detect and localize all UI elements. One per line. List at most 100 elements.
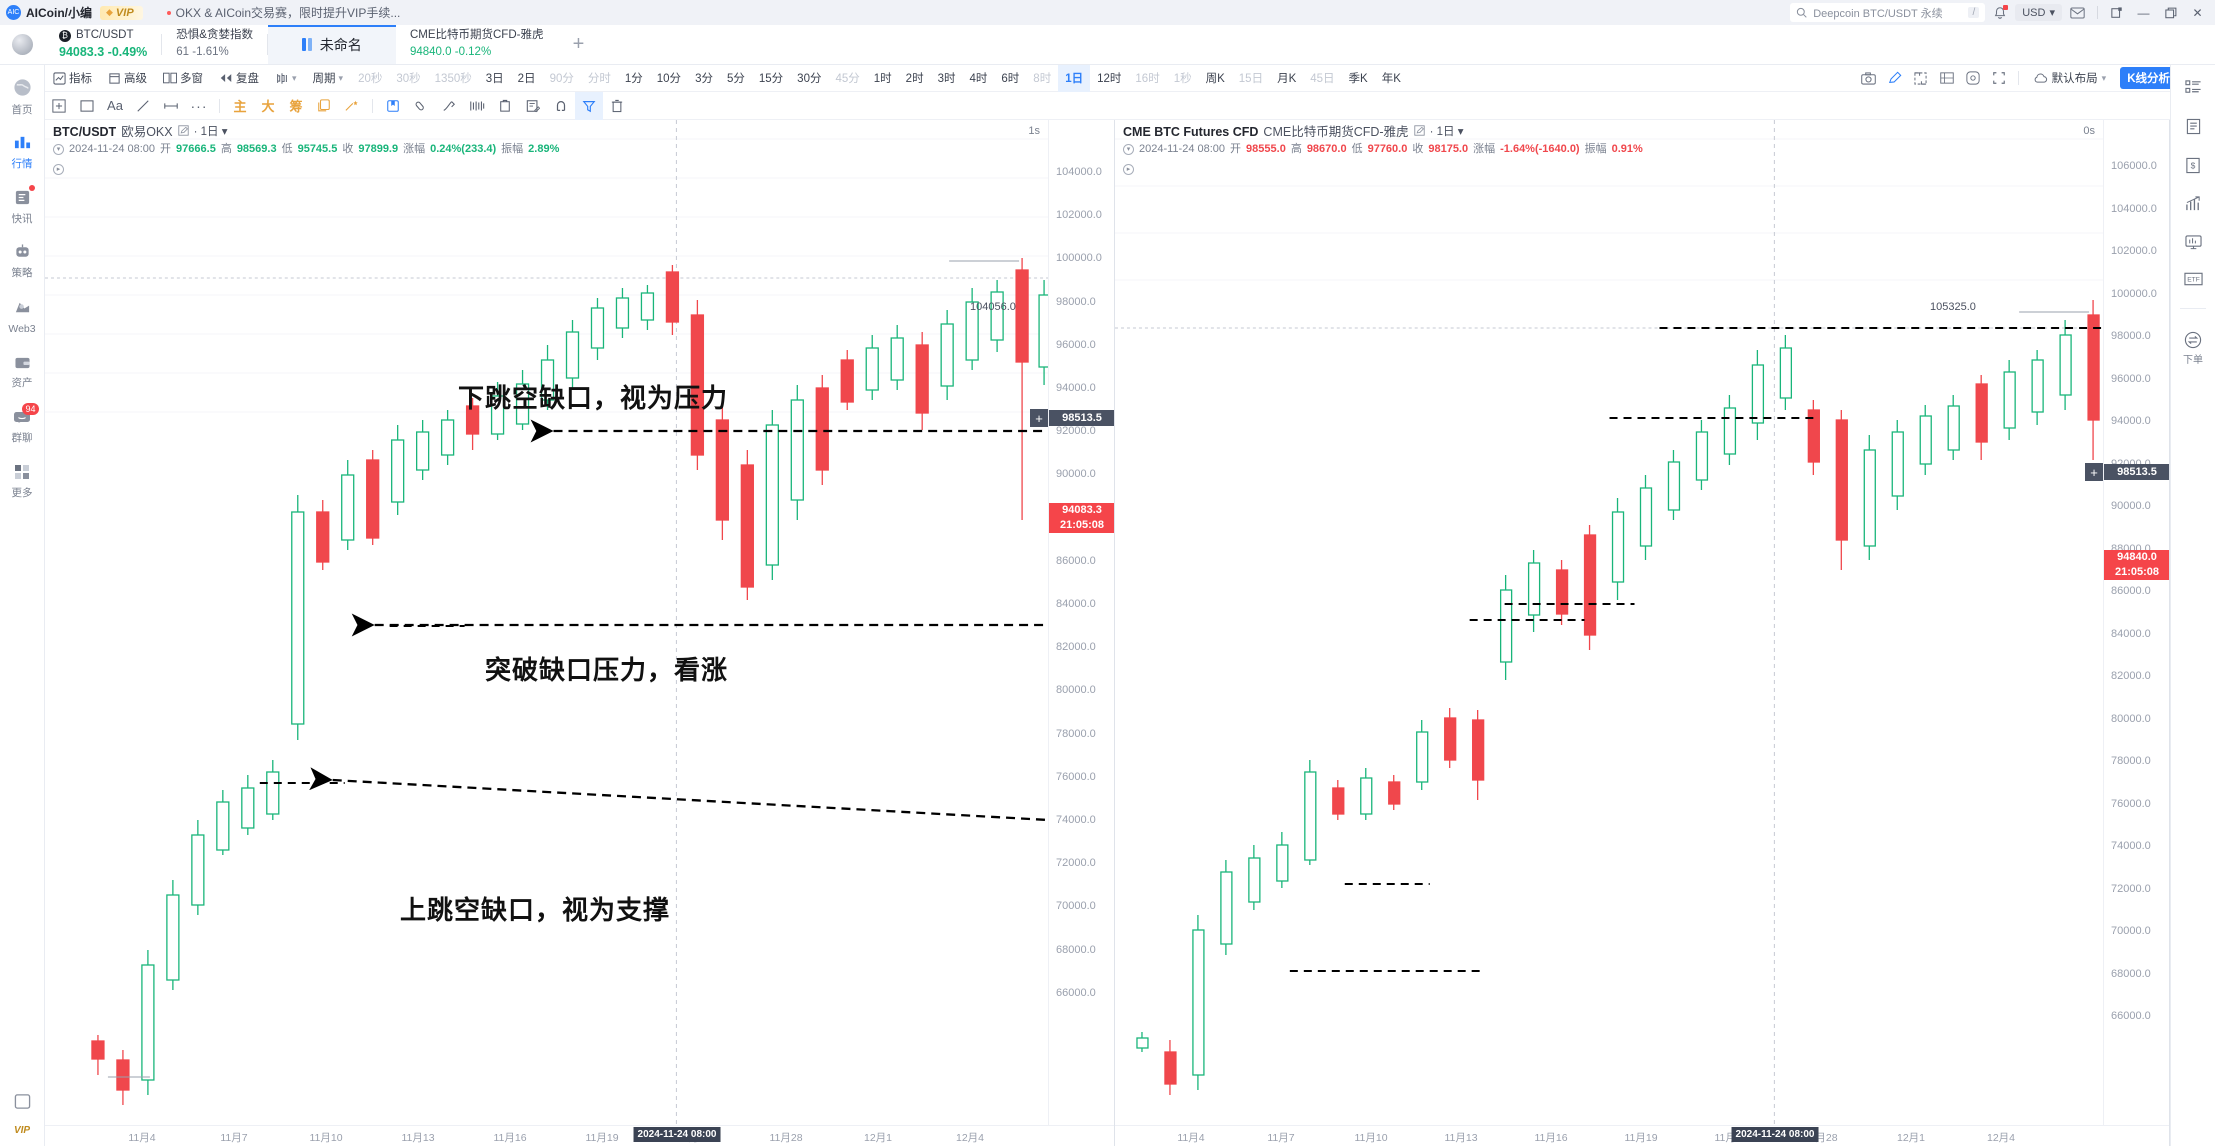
timeframe-周K[interactable]: 周K [1199,65,1232,92]
bell-icon[interactable] [1985,0,2015,25]
timeframe-90分[interactable]: 90分 [543,65,581,92]
popout-icon[interactable] [2103,0,2130,25]
right-chart-expand[interactable]: ▸ [1123,158,1643,176]
timeframe-12时[interactable]: 12时 [1090,65,1128,92]
timeframe-3日[interactable]: 3日 [479,65,511,92]
timeframe-年K[interactable]: 年K [1375,65,1408,92]
timeframe-15日[interactable]: 15日 [1232,65,1270,92]
kline-analysis-button[interactable]: K线分析 [2120,67,2177,89]
timeframe-16时[interactable]: 16时 [1128,65,1166,92]
workspace-globe-icon[interactable] [0,25,45,64]
toolbar-advanced-button[interactable]: 高级 [100,65,155,92]
tab-btcusdt[interactable]: ₿ BTC/USDT 94083.3 -0.49% [45,25,161,64]
vip-badge[interactable]: ◆ VIP [100,5,143,20]
username-label[interactable]: AICoin/小编 [26,4,92,21]
timeframe-月K[interactable]: 月K [1270,65,1303,92]
timeframe-15分[interactable]: 15分 [752,65,790,92]
ruler-icon[interactable] [463,92,491,120]
timeframe-30分[interactable]: 30分 [790,65,828,92]
trend-star-icon[interactable] [338,92,366,120]
monitor-chart-icon[interactable] [2176,234,2210,250]
edit-icon[interactable] [177,124,189,140]
timeframe-2日[interactable]: 2日 [511,65,543,92]
minimize-icon[interactable]: — [2130,0,2157,25]
left-crosshair-handle[interactable]: + [1030,409,1048,427]
order-icon[interactable]: 下单 [2176,331,2210,366]
sidebar-item-chat[interactable]: 94 群聊 [0,403,45,450]
right-price-axis[interactable]: 106000.0 104000.0 102000.0 100000.0 98000.0 9… [2103,120,2169,1146]
toolbar-period-button[interactable]: 周期 ▾ [305,65,352,92]
right-chart-period[interactable]: · 1日 ▾ [1430,124,1464,140]
sidebar-item-markets[interactable]: 行情 [0,128,45,175]
left-chart-title[interactable]: BTC/USDT 欧易OKX · 1日 ▾ [53,124,559,140]
tab-cme-cfd[interactable]: CME比特币期货CFD-雅虎 94840.0 -0.12% [396,25,558,64]
trend-up-icon[interactable] [2176,196,2210,212]
toolbar-candletype-button[interactable]: ▾ [267,65,305,92]
trash-icon[interactable] [603,92,631,120]
pencil-icon[interactable] [1882,65,1908,92]
pen-icon[interactable] [435,92,463,120]
edit-icon[interactable] [1413,124,1425,140]
camera-icon[interactable] [1856,65,1882,92]
close-icon[interactable]: ✕ [2184,0,2211,25]
layout-selector[interactable]: 默认布局 ▾ [2025,70,2115,86]
timeframe-4时[interactable]: 4时 [962,65,994,92]
timeframe-1日[interactable]: 1日 [1058,64,1091,92]
toolbar-replay-button[interactable]: 复盘 [211,65,267,92]
sidebar-item-news[interactable]: 快讯 [0,183,45,230]
search-input[interactable]: Deepcoin BTC/USDT 永续 / [1790,3,1986,22]
timeframe-1时[interactable]: 1时 [867,65,899,92]
sidebar-item-more[interactable]: 更多 [0,458,45,505]
add-tab-button[interactable]: + [557,25,599,64]
tab-fear-greed[interactable]: 恐惧&贪婪指数 61 -1.61% [162,25,267,64]
timeframe-季K[interactable]: 季K [1342,65,1375,92]
crosshair-add-icon[interactable] [45,92,73,120]
timeframe-1秒[interactable]: 1秒 [1167,65,1199,92]
timeframe-2时[interactable]: 2时 [899,65,931,92]
timeframe-20秒[interactable]: 20秒 [351,65,389,92]
table-icon[interactable] [1934,65,1960,92]
sidebar-item-home[interactable]: 首页 [0,73,45,120]
timeframe-分时[interactable]: 分时 [581,65,618,92]
maximize-icon[interactable] [2157,0,2184,25]
mail-icon[interactable] [2062,0,2092,25]
timeframe-1350秒[interactable]: 1350秒 [428,65,479,92]
measure-icon[interactable] [157,92,185,120]
tab-untitled[interactable]: 未命名 [267,25,396,64]
note-icon[interactable] [519,92,547,120]
crop-icon[interactable] [1908,65,1934,92]
timeframe-30秒[interactable]: 30秒 [389,65,427,92]
collapse-icon[interactable]: ▾ [53,144,64,155]
monitor-icon[interactable] [14,1093,31,1115]
magnet-icon[interactable] [547,92,575,120]
left-time-axis[interactable]: 11月411月711月1011月1311月1611月1911月2211月2812… [45,1125,1114,1146]
finance-icon[interactable]: $ [2176,157,2210,174]
vip-icon[interactable]: VIP [14,1125,30,1136]
timeframe-5分[interactable]: 5分 [720,65,752,92]
timeframe-1分[interactable]: 1分 [618,65,650,92]
right-time-axis[interactable]: 11月411月711月1011月1311月1611月1911月2211月2812… [1115,1125,2169,1146]
target-icon[interactable] [1960,65,1986,92]
chart-pane-right[interactable]: 105325.0 ← 67140.0 CME BTC Futures CFD C… [1115,120,2170,1146]
collapse-icon[interactable]: ▾ [1123,144,1134,155]
chips-icon[interactable]: 筹 [282,92,310,120]
eraser-icon[interactable] [407,92,435,120]
watchlist-icon[interactable] [2176,79,2210,96]
etf-icon[interactable]: ETF [2176,272,2210,286]
left-chart-period[interactable]: · 1日 ▾ [194,124,228,140]
toolbar-indicator-button[interactable]: 指标 [45,65,100,92]
timeframe-45日[interactable]: 45日 [1303,65,1341,92]
trendline-icon[interactable] [129,92,157,120]
more-icon[interactable]: ··· [185,92,213,120]
magnet-copy-icon[interactable] [310,92,338,120]
bookmark-icon[interactable] [379,92,407,120]
sidebar-item-web3[interactable]: Web3 [0,293,45,340]
text-icon[interactable]: Aa [101,92,129,120]
timeframe-8时[interactable]: 8时 [1026,65,1058,92]
timeframe-3分[interactable]: 3分 [688,65,720,92]
lock-icon[interactable] [491,92,519,120]
sidebar-item-assets[interactable]: 资产 [0,348,45,395]
right-crosshair-handle[interactable]: + [2085,463,2103,481]
timeframe-10分[interactable]: 10分 [650,65,688,92]
timeframe-45分[interactable]: 45分 [828,65,866,92]
